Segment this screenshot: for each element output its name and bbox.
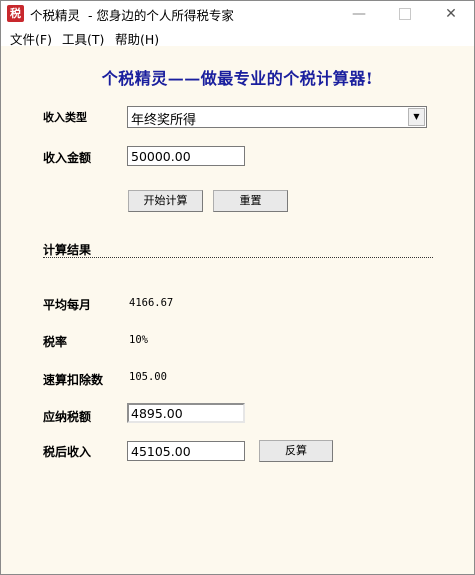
window-title: 个税精灵 - 您身边的个人所得税专家 (30, 8, 234, 23)
app-icon: 税 (7, 5, 24, 22)
minimize-button[interactable]: — (336, 1, 382, 27)
results-section-title: 计算结果 (43, 243, 92, 257)
maximize-button[interactable] (382, 1, 428, 27)
quick-deduction-value: 105.00 (129, 371, 167, 383)
tax-rate-label: 税率 (43, 335, 68, 349)
headline: 个税精灵——做最专业的个税计算器! (101, 69, 374, 88)
after-tax-label: 税后收入 (43, 445, 92, 459)
tax-payable-label: 应纳税额 (43, 410, 92, 424)
monthly-avg-label: 平均每月 (43, 298, 92, 312)
results-divider (43, 257, 433, 258)
calculate-button[interactable]: 开始计算 (128, 190, 203, 212)
after-tax-input[interactable] (127, 441, 245, 461)
tax-rate-value: 10% (129, 334, 148, 346)
income-type-label: 收入类型 (43, 111, 87, 124)
maximize-icon (399, 8, 411, 20)
menu-bar: 文件(F) 工具(T) 帮助(H) (1, 27, 474, 47)
reverse-calc-button[interactable]: 反算 (259, 440, 333, 462)
income-type-select[interactable]: 年终奖所得 ▼ (127, 106, 427, 128)
close-button[interactable]: ✕ (428, 1, 474, 27)
quick-deduction-label: 速算扣除数 (43, 373, 104, 387)
income-amount-label: 收入金额 (43, 151, 92, 165)
main-panel: 个税精灵——做最专业的个税计算器! 收入类型 年终奖所得 ▼ 收入金额 开始计算… (1, 46, 474, 574)
income-type-value: 年终奖所得 (131, 113, 197, 128)
app-window: 税 个税精灵 - 您身边的个人所得税专家 — ✕ 文件(F) 工具(T) 帮助(… (0, 0, 475, 575)
title-bar[interactable]: 税 个税精灵 - 您身边的个人所得税专家 — ✕ (1, 1, 474, 27)
reset-button[interactable]: 重置 (213, 190, 288, 212)
dropdown-arrow-icon[interactable]: ▼ (408, 108, 425, 126)
income-amount-input[interactable] (127, 146, 245, 166)
tax-payable-field[interactable] (127, 403, 245, 423)
monthly-avg-value: 4166.67 (129, 297, 174, 309)
